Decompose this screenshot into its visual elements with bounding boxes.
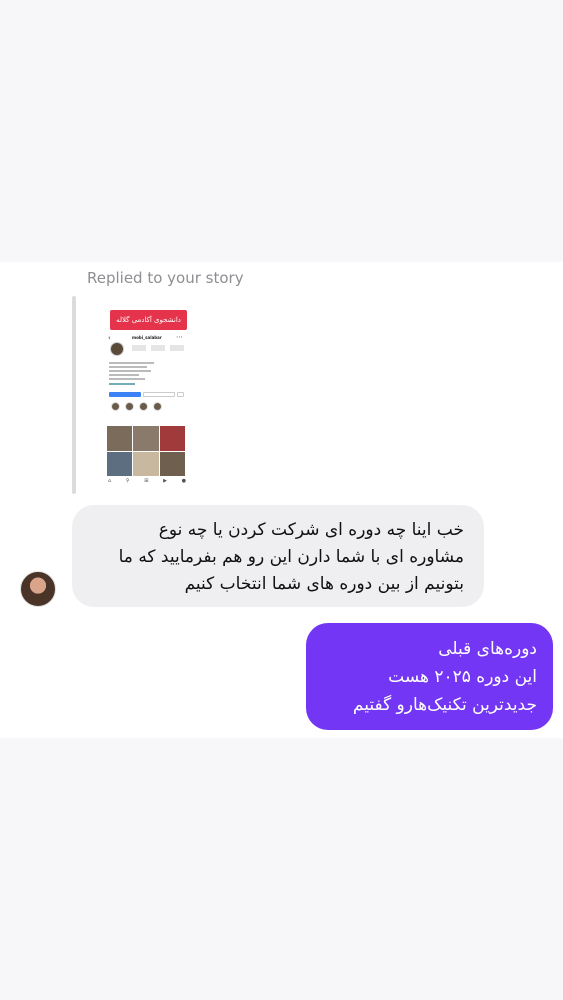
post-thumbnail [159,451,185,476]
profile-icon: ● [181,478,186,484]
message-line: مشاوره ای با شما دارن این رو هم بفرمایید… [118,547,464,567]
home-icon: ⌂ [108,478,112,484]
highlight [111,402,120,411]
bio-link [109,383,135,385]
bio-line [109,362,154,364]
incoming-message-bubble[interactable]: خب اینا چه دوره ای شرکت کردن یا چه نوع م… [72,505,484,607]
add-icon: ⊞ [144,478,149,484]
stat-followers [151,345,165,351]
more-icon: ⋯ [176,333,183,341]
message-line: خب اینا چه دوره ای شرکت کردن یا چه نوع [158,520,464,540]
post-grid [107,426,185,476]
message-line: این دوره ۲۰۲۵ هست [388,667,537,687]
bio-line [109,370,151,372]
bio-line [109,374,139,376]
sender-avatar[interactable] [20,571,56,607]
back-arrow-icon: ‹ [108,334,111,342]
profile-avatar [110,342,124,356]
add-button [177,392,184,397]
highlight [153,402,162,411]
story-reply-label: Replied to your story [87,269,244,287]
story-preview[interactable]: دانشجوی آکادمی گلاله ‹ mobi_salabar ⋯ ⌂ … [102,300,192,490]
post-thumbnail [159,426,185,451]
message-line: جدیدترین تکنیک‌هارو گفتیم [352,695,537,715]
search-icon: ⚲ [125,478,130,484]
bottom-nav: ⌂ ⚲ ⊞ ▶ ● [108,478,186,484]
story-sticker: دانشجوی آکادمی گلاله [110,310,187,330]
post-thumbnail [133,426,159,451]
follow-button [109,392,141,397]
bio-line [109,378,145,380]
outgoing-message-bubble[interactable]: دوره‌های قبلی این دوره ۲۰۲۵ هست جدیدترین… [306,623,553,730]
highlight [139,402,148,411]
story-username: mobi_salabar [132,335,162,340]
highlight [125,402,134,411]
stat-following [170,345,184,351]
quote-bar [72,296,76,494]
stat-posts [132,345,146,351]
message-button [143,392,175,397]
post-thumbnail [107,426,133,451]
post-thumbnail [107,451,133,476]
message-line: دوره‌های قبلی [438,639,537,659]
reels-icon: ▶ [163,478,167,484]
message-line: بتونیم از بین دوره های شما انتخاب کنیم [184,574,464,594]
bio-line [109,366,147,368]
post-thumbnail [133,451,159,476]
